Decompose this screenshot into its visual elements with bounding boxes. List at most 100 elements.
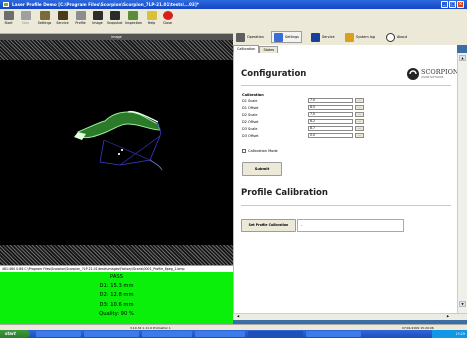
toolbar-image-button[interactable]: Image — [90, 10, 105, 25]
calibration-mode-checkbox[interactable] — [242, 149, 246, 153]
toolbar-stop-button[interactable]: Stop — [18, 10, 33, 25]
d3-scale-label: D3 Scale — [242, 127, 258, 131]
scorpion-logo-icon — [407, 68, 419, 80]
system-log-icon — [345, 32, 354, 42]
tab-calibration[interactable]: Calibration — [233, 45, 260, 53]
result-panel: PASS D1: 15.3 mm D2: 12.8 mm D3: 10.6 mm… — [0, 272, 233, 324]
close-window-button[interactable]: × — [457, 1, 464, 8]
vertical-scrollbar[interactable]: ▲ ▼ — [457, 53, 467, 313]
taskbar-item[interactable] — [142, 331, 192, 337]
logo-subtext: VISION SOFTWARE — [421, 76, 444, 79]
image-status-line: 481:460 0.86 C:\Program Files\Scorpion\S… — [0, 265, 233, 272]
right-toolbar: Operation Settings Service System log Ab… — [233, 29, 467, 45]
toolbar-label: Profile — [75, 21, 86, 25]
d3-offset-input[interactable]: 0.0 — [308, 133, 353, 138]
d3-scale-input[interactable]: 8.7 — [308, 126, 353, 131]
taskbar-item[interactable] — [306, 331, 361, 337]
scroll-left-icon[interactable]: ◀ — [235, 314, 241, 319]
settings-icon — [274, 32, 283, 42]
snapshot-icon — [109, 11, 120, 20]
about-button[interactable]: About — [384, 31, 409, 43]
service-icon — [311, 32, 320, 42]
divider — [241, 205, 451, 206]
settings-label: Settings — [285, 35, 299, 39]
toolbar-settings-button[interactable]: Settings — [37, 10, 52, 25]
d1-scale-label: D1 Scale — [242, 99, 258, 103]
main-toolbar: Start Stop Settings Service Profile Imag… — [0, 9, 233, 34]
scroll-up-icon[interactable]: ▲ — [459, 55, 466, 61]
d1-offset-input[interactable]: 8.5 — [308, 105, 353, 110]
submit-button[interactable]: Submit — [242, 162, 282, 176]
result-d3: D3: 10.6 mm — [99, 301, 134, 308]
operation-button[interactable]: Operation — [234, 31, 266, 43]
panel-tabs: Calibration States — [233, 45, 279, 53]
toolbar-label: Start — [4, 21, 13, 25]
toolbar-inspection-button[interactable]: Inspection — [125, 10, 143, 25]
result-quality: Quality: 90 % — [99, 310, 134, 317]
taskbar-item[interactable] — [36, 331, 81, 337]
about-icon — [386, 32, 395, 42]
d1-offset-label: D1 Offset — [242, 106, 259, 110]
profile-scan-image — [74, 110, 163, 171]
profile-calibration-heading: Profile Calibration — [241, 188, 328, 198]
start-button[interactable]: start — [0, 330, 30, 338]
operation-label: Operation — [247, 35, 264, 39]
operation-icon — [236, 32, 245, 42]
taskbar-item[interactable] — [84, 331, 139, 337]
system-tray-clock: 15:29 — [432, 330, 467, 338]
profile-icon — [75, 11, 86, 20]
start-icon — [3, 11, 14, 20]
service-icon — [57, 11, 68, 20]
result-status: PASS — [110, 274, 123, 280]
system-log-label: System log — [356, 35, 375, 39]
scroll-down-icon[interactable]: ▼ — [459, 301, 466, 307]
title-bar: Laser Profile Demo [C:\Program Files\Sco… — [0, 0, 467, 9]
system-log-button[interactable]: System log — [343, 31, 377, 43]
d1-scale-browse-button[interactable]: ... — [355, 98, 364, 103]
d2-offset-browse-button[interactable]: ... — [355, 119, 364, 124]
configuration-heading: Configuration — [241, 69, 307, 79]
taskbar-item-active[interactable] — [248, 331, 303, 337]
d3-scale-browse-button[interactable]: ... — [355, 126, 364, 131]
scroll-right-icon[interactable]: ▶ — [445, 314, 451, 319]
maximize-button[interactable]: □ — [449, 1, 456, 8]
toolbar-profile-button[interactable]: Profile — [73, 10, 88, 25]
image-viewer[interactable] — [0, 40, 233, 265]
d2-offset-label: D2 Offset — [242, 120, 259, 124]
toolbar-spacer — [233, 9, 467, 29]
taskbar-item[interactable] — [195, 331, 245, 337]
d3-offset-browse-button[interactable]: ... — [355, 133, 364, 138]
d1-scale-input[interactable]: 7.0 — [308, 98, 353, 103]
settings-panel: Configuration SCORPION VISION SOFTWARE C… — [233, 45, 459, 313]
help-icon — [146, 11, 157, 20]
toolbar-help-button[interactable]: Help — [144, 10, 159, 25]
toolbar-label: Help — [147, 21, 156, 25]
image-icon — [92, 11, 103, 20]
about-label: About — [397, 35, 408, 39]
toolbar-label: Inspection — [125, 21, 143, 25]
toolbar-start-button[interactable]: Start — [1, 10, 16, 25]
toolbar-snapshot-button[interactable]: Snapshot — [107, 10, 122, 25]
inspection-icon — [127, 11, 138, 20]
d3-offset-label: D3 Offset — [242, 134, 259, 138]
app-icon — [3, 2, 9, 7]
toolbar-label: Settings — [37, 21, 52, 25]
horizontal-scrollbar[interactable]: ◀ ▶ — [233, 313, 467, 320]
service-tab-button[interactable]: Service — [309, 31, 337, 43]
tab-states[interactable]: States — [259, 46, 279, 53]
d2-scale-browse-button[interactable]: ... — [355, 112, 364, 117]
result-d1: D1: 15.3 mm — [99, 283, 134, 290]
toolbar-close-button[interactable]: Close — [160, 10, 175, 25]
settings-tab-button[interactable]: Settings — [271, 31, 302, 43]
toolbar-service-button[interactable]: Service — [55, 10, 70, 25]
profile-calibration-value: - — [297, 219, 404, 232]
calibration-mode-label: Calibration Mode — [248, 149, 278, 153]
minimize-button[interactable]: _ — [441, 1, 448, 8]
settings-icon — [39, 11, 50, 20]
toolbar-label: Service — [56, 21, 69, 25]
d1-offset-browse-button[interactable]: ... — [355, 105, 364, 110]
d2-scale-input[interactable]: 7.0 — [308, 112, 353, 117]
set-profile-calibration-button[interactable]: Set Profile Calibration — [241, 219, 296, 232]
result-d2: D2: 12.8 mm — [99, 292, 134, 299]
d2-offset-input[interactable]: 8.2 — [308, 119, 353, 124]
